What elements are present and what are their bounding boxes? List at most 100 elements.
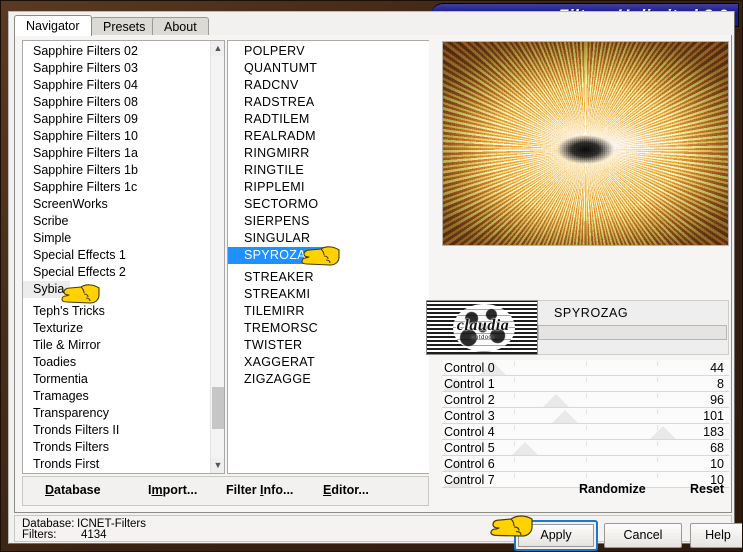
control-slider-tick [513, 361, 515, 366]
control-value: 10 [710, 457, 724, 471]
filter-list-item[interactable]: TREMORSC [228, 320, 429, 337]
preset-field[interactable] [538, 325, 727, 340]
tab-strip: Navigator Presets About [14, 15, 732, 36]
filter-list-item[interactable]: RINGMIRR [228, 145, 429, 162]
cancel-button[interactable]: Cancel [604, 523, 682, 548]
filter-list-item[interactable]: RADTILEM [228, 111, 429, 128]
category-list-item[interactable]: Tormentia [23, 371, 210, 388]
category-list-item[interactable]: Tronds Filters II [23, 422, 210, 439]
control-row[interactable]: Control 5 68 [442, 440, 729, 456]
menu-filter-info[interactable]: Filter Info... [226, 483, 293, 497]
control-value: 68 [710, 441, 724, 455]
filter-list-item[interactable]: TWISTER [228, 337, 429, 354]
category-list-item[interactable]: Toadies [23, 354, 210, 371]
control-slider-tick [513, 393, 515, 398]
filter-list-item[interactable]: ZIGZAGGE [228, 371, 429, 388]
control-slider-tick [657, 473, 659, 478]
control-row[interactable]: Control 1 8 [442, 376, 729, 392]
control-row[interactable]: Control 6 10 [442, 456, 729, 472]
category-list-item[interactable]: Sapphire Filters 09 [23, 111, 210, 128]
control-row[interactable]: Control 0 44 [442, 360, 729, 376]
status-filters-value: 4134 [81, 529, 107, 541]
tab-about[interactable]: About [152, 17, 209, 36]
category-list-item[interactable]: Sapphire Filters 08 [23, 94, 210, 111]
category-list-item[interactable]: Sapphire Filters 10 [23, 128, 210, 145]
control-label: Control 0 [444, 361, 495, 375]
control-slider-marker[interactable] [511, 442, 538, 455]
preview-vignette [443, 42, 728, 245]
category-list-item[interactable]: Sapphire Filters 1a [23, 145, 210, 162]
control-label: Control 1 [444, 377, 495, 391]
category-list-item[interactable]: Tronds First [23, 456, 210, 473]
category-list-item[interactable]: Sapphire Filters 1b [23, 162, 210, 179]
filter-list-item[interactable]: REALRADM [228, 128, 429, 145]
category-list-item[interactable]: Sapphire Filters 04 [23, 77, 210, 94]
hand-cursor-apply [489, 513, 533, 541]
hand-cursor-category [60, 282, 100, 308]
category-list-item[interactable]: Tronds Filters [23, 439, 210, 456]
category-list-item[interactable]: Sapphire Filters 03 [23, 60, 210, 77]
control-slider-tick [513, 473, 515, 478]
scroll-up-icon[interactable]: ▲ [211, 41, 224, 56]
category-list-item[interactable]: Tile & Mirror [23, 337, 210, 354]
menu-database[interactable]: Database [45, 483, 101, 497]
category-list-item-partial[interactable] [23, 473, 210, 474]
filter-list-items: POLPERV QUANTUMT RADCNV RADSTREA RADTILEM REA… [228, 43, 429, 388]
control-slider-marker[interactable] [543, 394, 570, 407]
control-value: 44 [710, 361, 724, 375]
navigator-panel: Sapphire Filters 02 Sapphire Filters 03 Sa… [14, 35, 732, 513]
help-button[interactable]: Help [690, 523, 743, 548]
tab-presets[interactable]: Presets [91, 17, 158, 36]
control-slider-tick [657, 377, 659, 382]
menu-import[interactable]: Import... [148, 483, 197, 497]
filter-list-item[interactable]: POLPERV [228, 43, 429, 60]
status-filters-label: Filters: [22, 529, 57, 541]
filter-list-item[interactable]: RADSTREA [228, 94, 429, 111]
window-frame: Filters Unlimited 2.0 Navigator Presets … [0, 0, 743, 552]
control-slider-marker[interactable] [649, 426, 676, 439]
control-label: Control 3 [444, 409, 495, 423]
category-list-item[interactable]: Tramages [23, 388, 210, 405]
category-list-item[interactable]: Sapphire Filters 1c [23, 179, 210, 196]
preview-pane[interactable] [442, 41, 729, 246]
filter-list-item[interactable]: RINGTILE [228, 162, 429, 179]
category-list-item[interactable]: Special Effects 2 [23, 264, 210, 281]
scroll-thumb[interactable] [212, 387, 224, 429]
filter-list-item[interactable]: SECTORMO [228, 196, 429, 213]
reset-button[interactable]: Reset [690, 482, 724, 496]
filter-list-item[interactable]: XAGGERAT [228, 354, 429, 371]
control-label: Control 4 [444, 425, 495, 439]
filter-list-item[interactable]: STREAKER [228, 269, 429, 286]
category-list-item[interactable]: Special Effects 1 [23, 247, 210, 264]
category-list-item[interactable]: ScreenWorks [23, 196, 210, 213]
filter-list-item[interactable]: TILEMIRR [228, 303, 429, 320]
randomize-button[interactable]: Randomize [579, 482, 646, 496]
category-list-item[interactable]: Scribe [23, 213, 210, 230]
control-row[interactable]: Control 3 101 [442, 408, 729, 424]
control-label: Control 2 [444, 393, 495, 407]
category-list-scrollbar[interactable]: ▲ ▼ [210, 41, 224, 473]
category-list-item[interactable]: Transparency [23, 405, 210, 422]
control-slider-tick [585, 393, 587, 398]
control-row[interactable]: Control 2 96 [442, 392, 729, 408]
filter-list-item[interactable]: RIPPLEMI [228, 179, 429, 196]
control-slider-tick [513, 377, 515, 382]
filter-name-strip: SPYROZAG [538, 300, 729, 355]
control-row[interactable]: Control 4 183 [442, 424, 729, 440]
scroll-down-icon[interactable]: ▼ [211, 458, 224, 473]
category-list-item[interactable]: Sapphire Filters 02 [23, 43, 210, 60]
filter-list-item[interactable]: QUANTUMT [228, 60, 429, 77]
hand-cursor-filter [300, 244, 340, 270]
category-list[interactable]: Sapphire Filters 02 Sapphire Filters 03 Sa… [22, 40, 225, 474]
filter-list-item[interactable]: RADCNV [228, 77, 429, 94]
filter-list-item[interactable]: STREAKMI [228, 286, 429, 303]
control-slider-marker[interactable] [551, 410, 578, 423]
watermark-logo: claudia outdoor [426, 300, 538, 355]
tab-navigator[interactable]: Navigator [14, 15, 92, 36]
filter-list-item[interactable]: SIERPENS [228, 213, 429, 230]
category-list-item[interactable]: Simple [23, 230, 210, 247]
menu-editor[interactable]: Editor... [323, 483, 369, 497]
category-list-item[interactable]: Teph's Tricks [23, 303, 210, 320]
category-list-item[interactable]: Texturize [23, 320, 210, 337]
control-label: Control 5 [444, 441, 495, 455]
